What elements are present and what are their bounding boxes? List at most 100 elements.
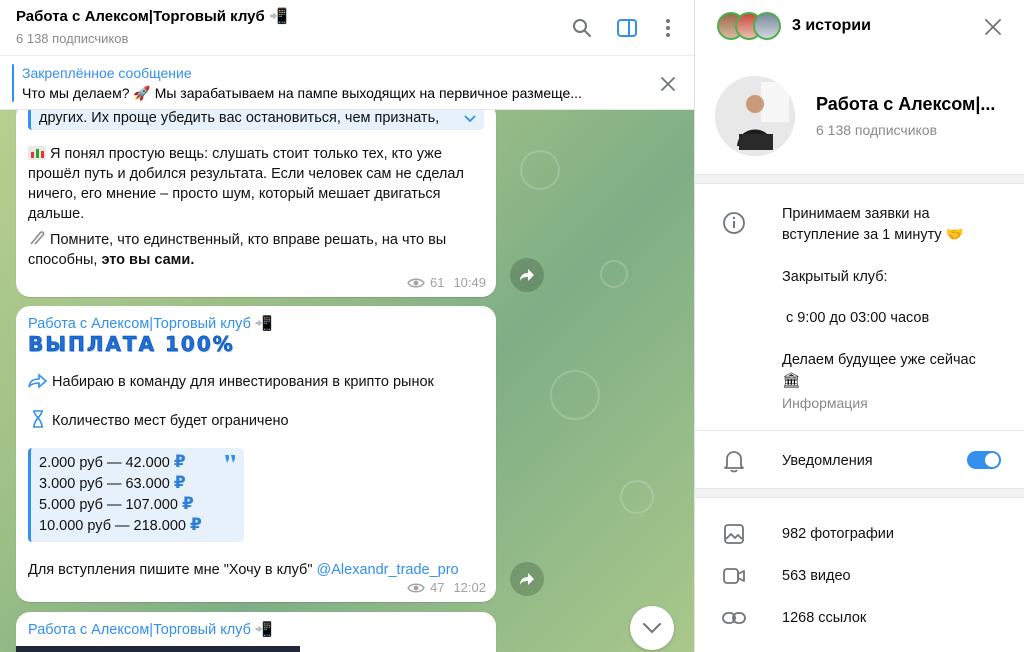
search-icon bbox=[573, 19, 591, 37]
message-paragraph: Я понял простую вещь: слушать стоит толь… bbox=[28, 144, 484, 224]
price-line: 10.000 руб — 218.000 ₽ bbox=[39, 515, 234, 536]
story-avatar[interactable] bbox=[753, 12, 781, 40]
wallpaper-doodle bbox=[620, 480, 654, 514]
toggle-sidebar-button[interactable] bbox=[612, 13, 642, 43]
message-time: 10:49 bbox=[453, 275, 486, 290]
message-headline: ВЫПЛАТА 100% bbox=[28, 332, 235, 356]
ruble-icon: ₽ bbox=[181, 494, 194, 513]
close-icon bbox=[985, 19, 1001, 35]
section-separator bbox=[695, 488, 1024, 498]
views-eye-icon bbox=[407, 583, 425, 593]
search-button[interactable] bbox=[567, 13, 597, 43]
price-text: 5.000 руб — 107.000 bbox=[39, 497, 178, 513]
chart-emoji-icon bbox=[28, 146, 46, 160]
link-icon bbox=[721, 605, 747, 631]
share-arrow-icon bbox=[520, 269, 534, 281]
hourglass-icon bbox=[33, 410, 43, 428]
message-author[interactable]: Работа с Алексом|Торговый клуб 📲 bbox=[28, 620, 273, 640]
channel-title[interactable]: Работа с Алексом|Торговый клуб 📲 bbox=[16, 7, 288, 25]
chevron-down-icon bbox=[643, 623, 661, 634]
taskbar-strip bbox=[16, 646, 300, 652]
row-divider bbox=[695, 430, 1024, 431]
section-separator bbox=[695, 174, 1024, 184]
notifications-label: Уведомления bbox=[782, 453, 873, 469]
ruble-icon: ₽ bbox=[173, 473, 186, 492]
chat-panel: Работа с Алексом|Торговый клуб 📲 6 138 п… bbox=[0, 0, 694, 652]
message-meta: 61 10:49 bbox=[407, 273, 486, 293]
pinned-text: Что мы делаем? 🚀 Мы зарабатываем на памп… bbox=[22, 85, 582, 101]
close-icon bbox=[661, 77, 675, 91]
message-bubble[interactable]: Работа с Алексом|Торговый клуб 📲 ВЫПЛАТА… bbox=[16, 306, 496, 602]
views-count: 61 bbox=[429, 275, 445, 290]
description-line: Закрытый клуб: bbox=[782, 269, 888, 285]
expand-chevron-icon[interactable] bbox=[464, 114, 476, 124]
message-bubble[interactable]: других. Их проще убедить вас остановитьс… bbox=[16, 110, 496, 297]
message-text: Я понял простую вещь: слушать стоит толь… bbox=[28, 146, 464, 222]
chat-header[interactable]: Работа с Алексом|Торговый клуб 📲 6 138 п… bbox=[0, 0, 694, 56]
description-label: Информация bbox=[782, 395, 868, 411]
pinned-label: Закреплённое сообщение bbox=[22, 65, 192, 81]
quote-block: других. Их проще убедить вас остановитьс… bbox=[28, 110, 484, 130]
ruble-icon: ₽ bbox=[190, 515, 202, 534]
info-icon bbox=[721, 210, 747, 236]
description-line: Принимаем заявки на bbox=[782, 206, 930, 222]
channel-info-panel: 3 истории Работа с Алексом|... 6 138 под… bbox=[694, 0, 1024, 652]
more-button[interactable] bbox=[653, 13, 683, 43]
info-subscribers: 6 138 подписчиков bbox=[816, 122, 938, 138]
pinned-close-button[interactable] bbox=[658, 74, 678, 94]
message-text: Количество мест будет ограничено bbox=[52, 413, 289, 429]
channel-subscribers: 6 138 подписчиков bbox=[16, 31, 129, 46]
views-eye-icon bbox=[407, 278, 425, 288]
wallpaper-doodle bbox=[550, 370, 600, 420]
wallpaper-doodle bbox=[520, 150, 560, 190]
wallpaper-doodle bbox=[600, 260, 628, 288]
price-text: 10.000 руб — 218.000 bbox=[39, 518, 186, 534]
description-line: с 9:00 до 03:00 часов bbox=[786, 310, 930, 326]
message-bold-text: это вы сами. bbox=[101, 252, 195, 268]
info-channel-title: Работа с Алексом|... bbox=[816, 94, 996, 114]
bank-emoji-icon: 🏛 bbox=[782, 373, 801, 389]
bell-icon bbox=[721, 448, 747, 474]
pinned-message[interactable]: Закреплённое сообщение Что мы делаем? 🚀 … bbox=[0, 56, 694, 110]
person-photo bbox=[715, 76, 795, 156]
message-paragraph: Помните, что единственный, кто вправе ре… bbox=[28, 230, 484, 270]
media-links[interactable]: 1268 ссылок bbox=[782, 608, 866, 629]
description-line: вступление за 1 минуту 🤝 bbox=[782, 227, 964, 243]
message-text: Набираю в команду для инвестирования в к… bbox=[52, 374, 434, 390]
channel-avatar[interactable] bbox=[715, 76, 795, 156]
media-videos[interactable]: 563 видео bbox=[782, 566, 851, 587]
description-line: Делаем будущее уже сейчас bbox=[782, 352, 976, 368]
forward-button[interactable] bbox=[510, 258, 544, 292]
price-quote: 2.000 руб — 42.000 ₽ 3.000 руб — 63.000 … bbox=[28, 448, 244, 542]
message-line: Количество мест будет ограничено bbox=[28, 410, 488, 431]
share-arrow-icon bbox=[520, 573, 534, 585]
price-line: 5.000 руб — 107.000 ₽ bbox=[39, 494, 234, 515]
chat-wallpaper: других. Их проще убедить вас остановитьс… bbox=[0, 110, 694, 652]
forward-arrow-icon bbox=[28, 373, 48, 389]
price-text: 2.000 руб — 42.000 bbox=[39, 455, 170, 471]
forward-button[interactable] bbox=[510, 562, 544, 596]
scroll-down-button[interactable] bbox=[630, 606, 674, 650]
video-icon bbox=[721, 563, 747, 589]
views-count: 47 bbox=[429, 580, 445, 595]
ruble-icon: ₽ bbox=[173, 452, 186, 471]
pinned-indicator bbox=[12, 64, 14, 102]
message-author[interactable]: Работа с Алексом|Торговый клуб 📲 bbox=[28, 314, 273, 334]
message-line: Набираю в команду для инвестирования в к… bbox=[28, 372, 488, 392]
stories-label[interactable]: 3 истории bbox=[792, 17, 871, 35]
message-text: Для вступления пишите мне "Хочу в клуб" bbox=[28, 562, 313, 578]
quote-mark-icon bbox=[225, 455, 235, 463]
message-line: Для вступления пишите мне "Хочу в клуб" … bbox=[28, 560, 488, 580]
more-vertical-icon bbox=[666, 19, 670, 37]
notifications-toggle[interactable] bbox=[967, 451, 1001, 469]
media-photos[interactable]: 982 фотографии bbox=[782, 524, 894, 545]
message-meta: 47 12:02 bbox=[407, 578, 486, 598]
paperclip-icon bbox=[30, 231, 45, 245]
price-line: 3.000 руб — 63.000 ₽ bbox=[39, 473, 234, 494]
message-time: 12:02 bbox=[453, 580, 486, 595]
username-link[interactable]: @Alexandr_trade_pro bbox=[317, 562, 459, 578]
close-info-button[interactable] bbox=[982, 16, 1004, 38]
price-line: 2.000 руб — 42.000 ₽ bbox=[39, 452, 234, 473]
message-text: Помните, что единственный, кто вправе ре… bbox=[28, 232, 447, 268]
quote-text: других. Их проще убедить вас остановитьс… bbox=[39, 110, 440, 126]
